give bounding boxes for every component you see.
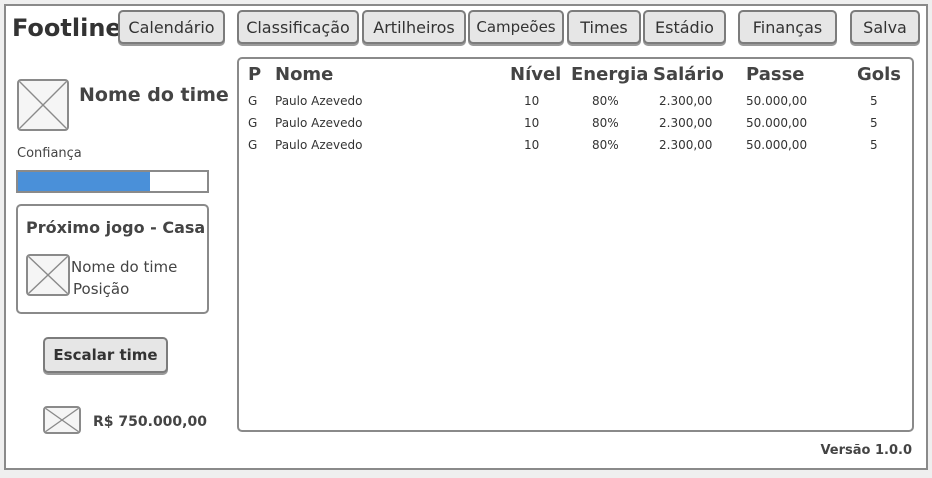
table-cell-position: G bbox=[248, 138, 258, 152]
nav-artilheiros-button[interactable]: Artilheiros bbox=[362, 10, 466, 44]
version-label: Versão 1.0.0 bbox=[820, 443, 912, 458]
app-logo: Footline bbox=[12, 14, 122, 42]
nav-calendario-button[interactable]: Calendário bbox=[118, 10, 225, 44]
team-name: Nome do time bbox=[79, 84, 229, 106]
table-cell-salary: 2.300,00 bbox=[659, 138, 713, 152]
players-table: P Nome Nível Energia Salário Passe Gols … bbox=[237, 57, 914, 432]
table-cell-goals: 5 bbox=[870, 138, 878, 152]
next-game-card: Próximo jogo - Casa Nome do time Posição bbox=[16, 204, 209, 314]
column-header-energy: Energia bbox=[571, 64, 649, 85]
opponent-position: Posição bbox=[73, 280, 130, 298]
team-logo-placeholder-icon bbox=[17, 79, 69, 131]
table-cell-level: 10 bbox=[524, 94, 540, 108]
table-cell-transfer: 50.000,00 bbox=[746, 116, 808, 130]
nav-times-button[interactable]: Times bbox=[567, 10, 641, 44]
opponent-logo-placeholder-icon bbox=[26, 254, 70, 296]
table-cell-position: G bbox=[248, 94, 258, 108]
table-cell-transfer: 50.000,00 bbox=[746, 94, 808, 108]
table-cell-energy: 80% bbox=[592, 138, 619, 152]
table-cell-goals: 5 bbox=[870, 94, 878, 108]
column-header-transfer: Passe bbox=[746, 64, 805, 85]
nav-classificacao-button[interactable]: Classificação bbox=[237, 10, 359, 44]
next-game-title: Próximo jogo - Casa bbox=[26, 218, 206, 237]
column-header-salary: Salário bbox=[653, 64, 724, 85]
table-cell-name: Paulo Azevedo bbox=[275, 116, 363, 130]
table-cell-level: 10 bbox=[524, 138, 540, 152]
column-header-position: P bbox=[248, 64, 262, 85]
table-cell-salary: 2.300,00 bbox=[659, 94, 713, 108]
table-cell-name: Paulo Azevedo bbox=[275, 94, 363, 108]
table-cell-salary: 2.300,00 bbox=[659, 116, 713, 130]
confidence-bar bbox=[16, 170, 209, 193]
escalar-time-button[interactable]: Escalar time bbox=[43, 337, 168, 373]
nav-estadio-button[interactable]: Estádio bbox=[643, 10, 726, 44]
balance-value: R$ 750.000,00 bbox=[93, 414, 207, 430]
nav-salva-button[interactable]: Salva bbox=[850, 10, 920, 44]
table-cell-energy: 80% bbox=[592, 116, 619, 130]
table-cell-position: G bbox=[248, 116, 258, 130]
confidence-bar-fill bbox=[18, 172, 151, 191]
column-header-level: Nível bbox=[510, 64, 562, 85]
nav-campeoes-button[interactable]: Campeões bbox=[468, 10, 564, 44]
nav-financas-button[interactable]: Finanças bbox=[738, 10, 837, 44]
opponent-name: Nome do time bbox=[71, 258, 178, 276]
table-cell-transfer: 50.000,00 bbox=[746, 138, 808, 152]
table-cell-level: 10 bbox=[524, 116, 540, 130]
table-cell-energy: 80% bbox=[592, 94, 619, 108]
money-placeholder-icon bbox=[43, 406, 81, 434]
column-header-goals: Gols bbox=[857, 64, 902, 85]
table-cell-goals: 5 bbox=[870, 116, 878, 130]
table-cell-name: Paulo Azevedo bbox=[275, 138, 363, 152]
column-header-name: Nome bbox=[275, 64, 334, 85]
confidence-label: Confiança bbox=[17, 146, 82, 161]
